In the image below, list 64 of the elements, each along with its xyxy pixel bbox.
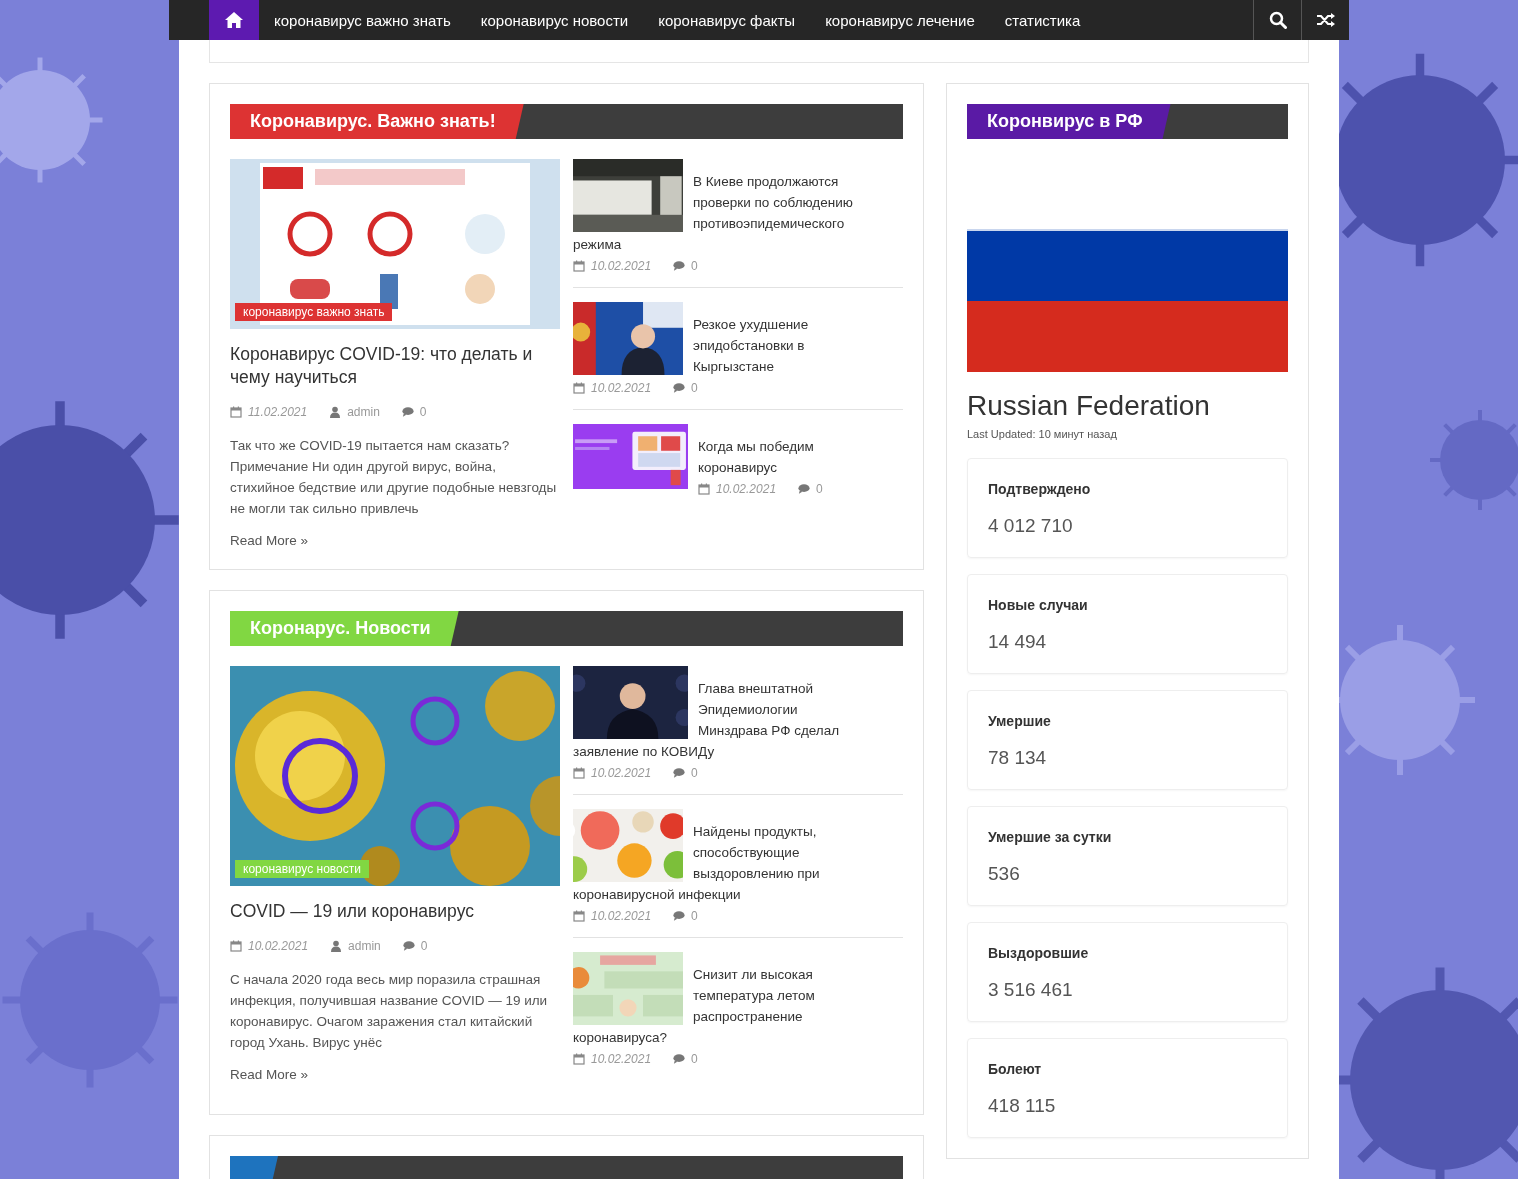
post-date: 10.02.2021: [716, 482, 777, 496]
stat-label: Умершие: [988, 713, 1052, 729]
stat-label: Новые случаи: [988, 597, 1089, 613]
comment-icon: [673, 260, 686, 272]
home-tab[interactable]: [209, 0, 259, 40]
section-title: Коронвирус в РФ: [967, 104, 1171, 139]
search-icon: [1268, 11, 1287, 29]
country-name: Russian Federation: [967, 390, 1211, 422]
comment-icon: [673, 767, 686, 779]
read-more-link[interactable]: Read More »: [230, 533, 309, 548]
stat-value: 78 134: [988, 747, 1048, 769]
post-date: 10.02.2021: [591, 1052, 652, 1066]
category-badge[interactable]: коронавирус важно знать: [235, 303, 393, 321]
nav-tab[interactable]: статистика: [989, 0, 1096, 40]
comment-icon: [673, 1053, 686, 1065]
post-date: 10.02.2021: [248, 939, 309, 953]
comment-icon: [673, 910, 686, 922]
post-date: 11.02.2021: [248, 405, 308, 419]
read-more-link[interactable]: Read More »: [230, 1067, 309, 1082]
post-title[interactable]: Найдены продукты, способствующие выздоровлению при коронавирусной инфекции: [573, 821, 869, 905]
calendar-icon: [573, 1053, 585, 1065]
last-updated-text: Last Updated: 10 минут назад: [967, 428, 1118, 440]
post-date: 10.02.2021: [591, 381, 652, 395]
post-date: 10.02.2021: [591, 909, 652, 923]
nav-tab[interactable]: коронавирус новости: [465, 0, 644, 40]
calendar-icon: [573, 260, 585, 272]
post-title[interactable]: COVID — 19 или коронавирус: [230, 900, 560, 923]
comment-icon: [673, 382, 686, 394]
post-excerpt: Так что же COVID-19 пытается нам сказать? Примечание Ни один другой вирус, война, стихийное бедствие или другие подобные невзгоды не могли так сильно привлечь: [230, 437, 558, 518]
nav-tab[interactable]: коронавирус факты: [643, 0, 811, 40]
shuffle-icon: [1315, 12, 1336, 28]
post-date: 10.02.2021: [591, 259, 652, 273]
stat-value: 536: [988, 863, 1021, 885]
calendar-icon: [230, 940, 242, 952]
post-title[interactable]: Когда мы победим коронавирус: [573, 436, 869, 478]
comment-icon: [402, 940, 415, 952]
nav-tab[interactable]: коронавирус лечение: [810, 0, 990, 40]
stat-label: Умершие за сутки: [988, 829, 1113, 845]
home-icon: [224, 11, 244, 29]
calendar-icon: [573, 767, 585, 779]
stat-label: Выздоровшие: [988, 945, 1090, 961]
post-title[interactable]: Глава внештатной Эпидемиологии Минздрава РФ сделал заявление по КОВИДу: [573, 678, 869, 762]
post-title[interactable]: Снизит ли высокая температура летом распространение коронавируса?: [573, 964, 869, 1048]
post-title[interactable]: В Киеве продолжаются проверки по соблюдению противоэпидемического режима: [573, 171, 869, 255]
stat-value: 4 012 710: [988, 515, 1074, 537]
post-title[interactable]: Резкое ухудшение эпидобстановки в Кыргызстане: [573, 314, 869, 377]
stat-value: 3 516 461: [988, 979, 1074, 1001]
stat-label: Болеют: [988, 1061, 1043, 1077]
post-date: 10.02.2021: [591, 766, 652, 780]
nav-tab[interactable]: коронавирус важно знать: [259, 0, 466, 40]
comment-icon: [401, 406, 414, 418]
calendar-icon: [573, 382, 585, 394]
calendar-icon: [698, 483, 710, 495]
comment-icon: [798, 483, 811, 495]
section-title[interactable]: Коронавирус. Важно знать!: [230, 104, 524, 139]
post-title[interactable]: Коронавирус COVID-19: что делать и чему научиться: [230, 343, 560, 389]
user-icon: [329, 406, 342, 418]
calendar-icon: [230, 406, 242, 418]
stat-label: Подтверждено: [988, 481, 1092, 497]
user-icon: [330, 940, 343, 952]
calendar-icon: [573, 910, 585, 922]
post-excerpt: С начала 2020 года весь мир поразила страшная инфекция, получившая название COVID — 19 или коронавирус. Очагом заражения стал китайский город Ухань. Вирус унёс: [230, 971, 549, 1052]
stat-value: 418 115: [988, 1095, 1057, 1117]
stat-value: 14 494: [988, 631, 1048, 653]
